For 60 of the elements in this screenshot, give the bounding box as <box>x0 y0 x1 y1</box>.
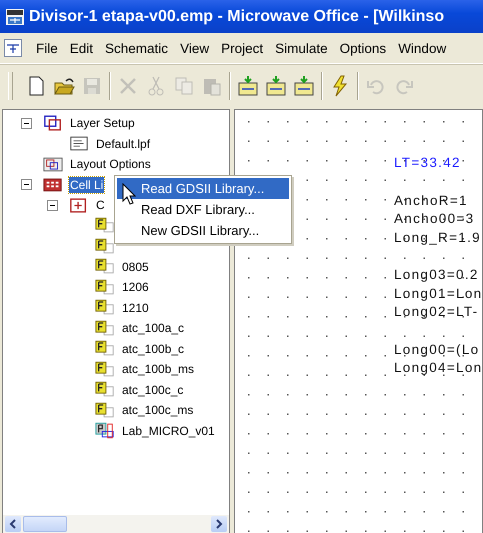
tree-item[interactable]: atc_100b_ms <box>121 361 196 378</box>
equation-text: Long_R=1.9 <box>394 228 482 247</box>
tree-item[interactable]: 0805 <box>121 258 150 275</box>
tree-item[interactable]: C <box>95 197 106 214</box>
tree-item[interactable]: Lab_MICRO_v01 <box>121 422 216 439</box>
menu-item[interactable]: Edit <box>64 40 100 56</box>
document-icon <box>69 135 89 152</box>
scroll-thumb[interactable] <box>23 516 67 532</box>
cell-library-icon <box>43 176 63 194</box>
schematic-document-icon[interactable] <box>4 39 22 57</box>
equation-text: Ancho00=3 <box>394 210 476 228</box>
add-schematic-icon[interactable] <box>237 75 259 97</box>
footprint-icon <box>95 360 115 378</box>
horizontal-scrollbar[interactable] <box>3 515 229 533</box>
tree-item[interactable]: 1206 <box>121 279 150 296</box>
equation-text: LT=33.42 <box>394 154 462 172</box>
equation-text: Long04=Lon <box>394 359 482 377</box>
layout-options-icon <box>43 156 63 173</box>
footprint-icon <box>95 278 115 296</box>
footprint-icon <box>95 402 115 419</box>
menu-item[interactable]: File <box>30 40 64 56</box>
cell-group-icon <box>69 196 89 214</box>
tree-item[interactable]: atc_100c_ms <box>121 402 194 418</box>
tree-item[interactable]: Layout Options <box>69 156 152 172</box>
context-menu-item[interactable]: Read GDSII Library... <box>117 178 289 199</box>
add-subcircuit-icon[interactable] <box>265 75 287 97</box>
equation-text: Long01=Lon <box>394 284 482 303</box>
layers-icon <box>43 114 63 132</box>
collapse-toggle[interactable] <box>47 200 58 211</box>
menu-item[interactable]: Options <box>334 40 392 56</box>
equation-text: Long03=0.2 <box>394 266 480 284</box>
menu-item[interactable]: Window <box>392 40 452 56</box>
window-title: Divisor-1 etapa-v00.emp - Microwave Office - [Wilkinso <box>29 8 444 26</box>
collapse-toggle[interactable] <box>21 118 32 129</box>
menu-item[interactable]: Simulate <box>269 40 334 56</box>
add-graph-icon[interactable] <box>293 75 315 97</box>
footprint-icon <box>95 320 115 337</box>
footprint-icon <box>95 381 115 398</box>
equation-text: Long00=(Lo <box>394 340 480 359</box>
tree-item[interactable]: 1210 <box>121 300 150 316</box>
tree-item[interactable]: Layer Setup <box>69 115 136 132</box>
scroll-right-icon[interactable] <box>211 516 227 532</box>
app-logo-icon <box>6 8 24 24</box>
menu-item[interactable]: View <box>174 40 216 56</box>
equation-text: AnchoR=1 <box>394 192 469 210</box>
menu-item[interactable]: Project <box>215 40 270 56</box>
equation-text: Long02=LT- <box>394 303 480 321</box>
tree-item[interactable]: atc_100a_c <box>121 320 186 336</box>
tree-item[interactable]: Default.lpf <box>95 136 152 152</box>
footprint-icon <box>95 258 115 276</box>
scroll-left-icon[interactable] <box>5 516 21 532</box>
footprint-icon <box>95 299 115 316</box>
mouse-pointer-icon <box>122 183 136 205</box>
tree-item[interactable]: Cell Li <box>69 176 104 193</box>
menu-item[interactable]: Schematic <box>99 40 174 56</box>
part-icon <box>95 422 115 440</box>
tree-item[interactable]: atc_100c_c <box>121 382 184 398</box>
footprint-icon <box>95 340 115 358</box>
collapse-toggle[interactable] <box>21 179 32 190</box>
tree-item[interactable]: atc_100b_c <box>121 340 186 357</box>
